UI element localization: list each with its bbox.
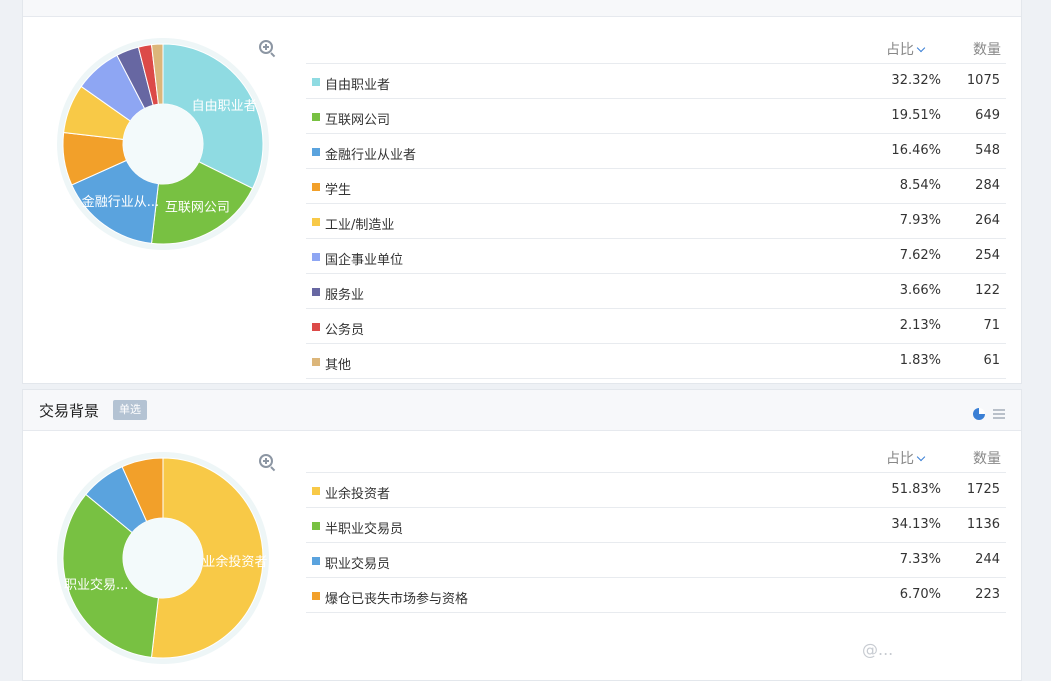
count-header: 数量 [973,451,1001,467]
row-percent: 7.93% [899,213,941,228]
legend-swatch [312,592,320,600]
list-icon[interactable] [993,408,1005,419]
row-label: 工业/制造业 [325,218,395,233]
row-percent: 32.32% [891,73,941,88]
row-label: 爆仓已丧失市场参与资格 [325,592,469,607]
legend-swatch [312,557,320,565]
table-row: 服务业 3.66% 122 [306,274,1006,309]
row-label: 国企事业单位 [325,253,404,268]
row-count: 548 [975,143,1000,158]
row-count: 1136 [966,517,1000,532]
table-row: 其他 1.83% 61 [306,344,1006,379]
row-percent: 8.54% [899,178,941,193]
row-percent: 34.13% [891,517,941,532]
section-header [23,0,1021,17]
row-count: 122 [975,283,1000,298]
legend-swatch [312,253,320,261]
row-label: 互联网公司 [325,113,391,128]
row-label: 业余投资者 [325,487,391,502]
section-title: 交易背景 [39,402,100,420]
row-percent: 6.70% [899,587,941,602]
legend-swatch [312,487,320,495]
table-row: 工业/制造业 7.93% 264 [306,204,1006,239]
row-percent: 16.46% [891,143,941,158]
legend-swatch [312,183,320,191]
slice-label: 互联网公司 [165,200,230,215]
row-percent: 1.83% [899,353,941,368]
table-row: 业余投资者 51.83% 1725 [306,473,1006,508]
legend-swatch [312,78,320,86]
legend-swatch [312,148,320,156]
row-percent: 7.33% [899,552,941,567]
row-percent: 7.62% [899,248,941,263]
row-count: 71 [983,318,1000,333]
pie-chart: 业余投资者职业交易... [57,452,269,664]
slice-label: 职业交易... [64,577,128,593]
table-row: 爆仓已丧失市场参与资格 6.70% 223 [306,578,1006,613]
pie-chart: 自由职业者互联网公司金融行业从... [57,38,269,250]
table-row: 职业交易员 7.33% 244 [306,543,1006,578]
row-percent: 19.51% [891,108,941,123]
sort-pct-header[interactable]: 占比 [886,448,926,468]
watermark: @... [862,640,894,659]
slice-label: 金融行业从... [82,194,159,210]
legend-swatch [312,323,320,331]
chevron-down-icon [916,452,926,462]
data-table: 占比 数量 业余投资者 51.83% 1725 半职业交易员 34.13% 1136 职业交… [306,440,1006,613]
pie-chart-icon[interactable] [973,407,985,420]
table-header: 占比 数量 [306,440,1006,473]
pie-hole [123,518,203,598]
sort-pct-header[interactable]: 占比 [886,39,926,59]
table-header: 占比 数量 [306,31,1006,64]
row-count: 254 [975,248,1000,263]
row-count: 1725 [966,482,1000,497]
chevron-down-icon [916,43,926,53]
table-row: 国企事业单位 7.62% 254 [306,239,1006,274]
row-label: 职业交易员 [325,557,391,572]
legend-swatch [312,218,320,226]
row-count: 61 [983,353,1000,368]
table-row: 学生 8.54% 284 [306,169,1006,204]
section-card-trading: 交易背景 单选 业余投资者职业交易... 占比 数量 业余投资者 51.83% 17… [22,389,1022,681]
zoom-icon[interactable] [259,40,273,54]
legend-swatch [312,358,320,366]
row-label: 服务业 [325,288,365,303]
row-percent: 2.13% [899,318,941,333]
row-label: 自由职业者 [325,78,391,93]
zoom-icon[interactable] [259,454,273,468]
section-card-occupation: 自由职业者 互联网公司 金融行业从... 占比 数量 自由职业者 32.32% 1075… [22,0,1022,384]
view-toggle [973,403,1005,422]
row-count: 223 [975,587,1000,602]
row-count: 649 [975,108,1000,123]
section-header: 交易背景 单选 [23,390,1021,431]
table-row: 互联网公司 19.51% 649 [306,99,1006,134]
row-label: 半职业交易员 [325,522,404,537]
slice-label: 业余投资者 [202,554,267,570]
table-row: 自由职业者 32.32% 1075 [306,64,1006,99]
row-percent: 3.66% [899,283,941,298]
table-row: 公务员 2.13% 71 [306,309,1006,344]
data-table: 占比 数量 自由职业者 32.32% 1075 互联网公司 19.51% 649 金融行业从… [306,31,1006,379]
legend-swatch [312,522,320,530]
row-label: 其他 [325,358,352,373]
row-count: 264 [975,213,1000,228]
single-choice-tag: 单选 [113,400,147,420]
legend-swatch [312,288,320,296]
row-percent: 51.83% [891,482,941,497]
slice-label: 自由职业者 [192,99,257,114]
count-header: 数量 [973,42,1001,58]
row-count: 244 [975,552,1000,567]
table-row: 半职业交易员 34.13% 1136 [306,508,1006,543]
row-label: 金融行业从业者 [325,148,417,163]
row-label: 学生 [325,183,352,198]
legend-swatch [312,113,320,121]
row-count: 284 [975,178,1000,193]
row-label: 公务员 [325,323,365,338]
table-row: 金融行业从业者 16.46% 548 [306,134,1006,169]
row-count: 1075 [966,73,1000,88]
pie-hole [123,104,203,184]
